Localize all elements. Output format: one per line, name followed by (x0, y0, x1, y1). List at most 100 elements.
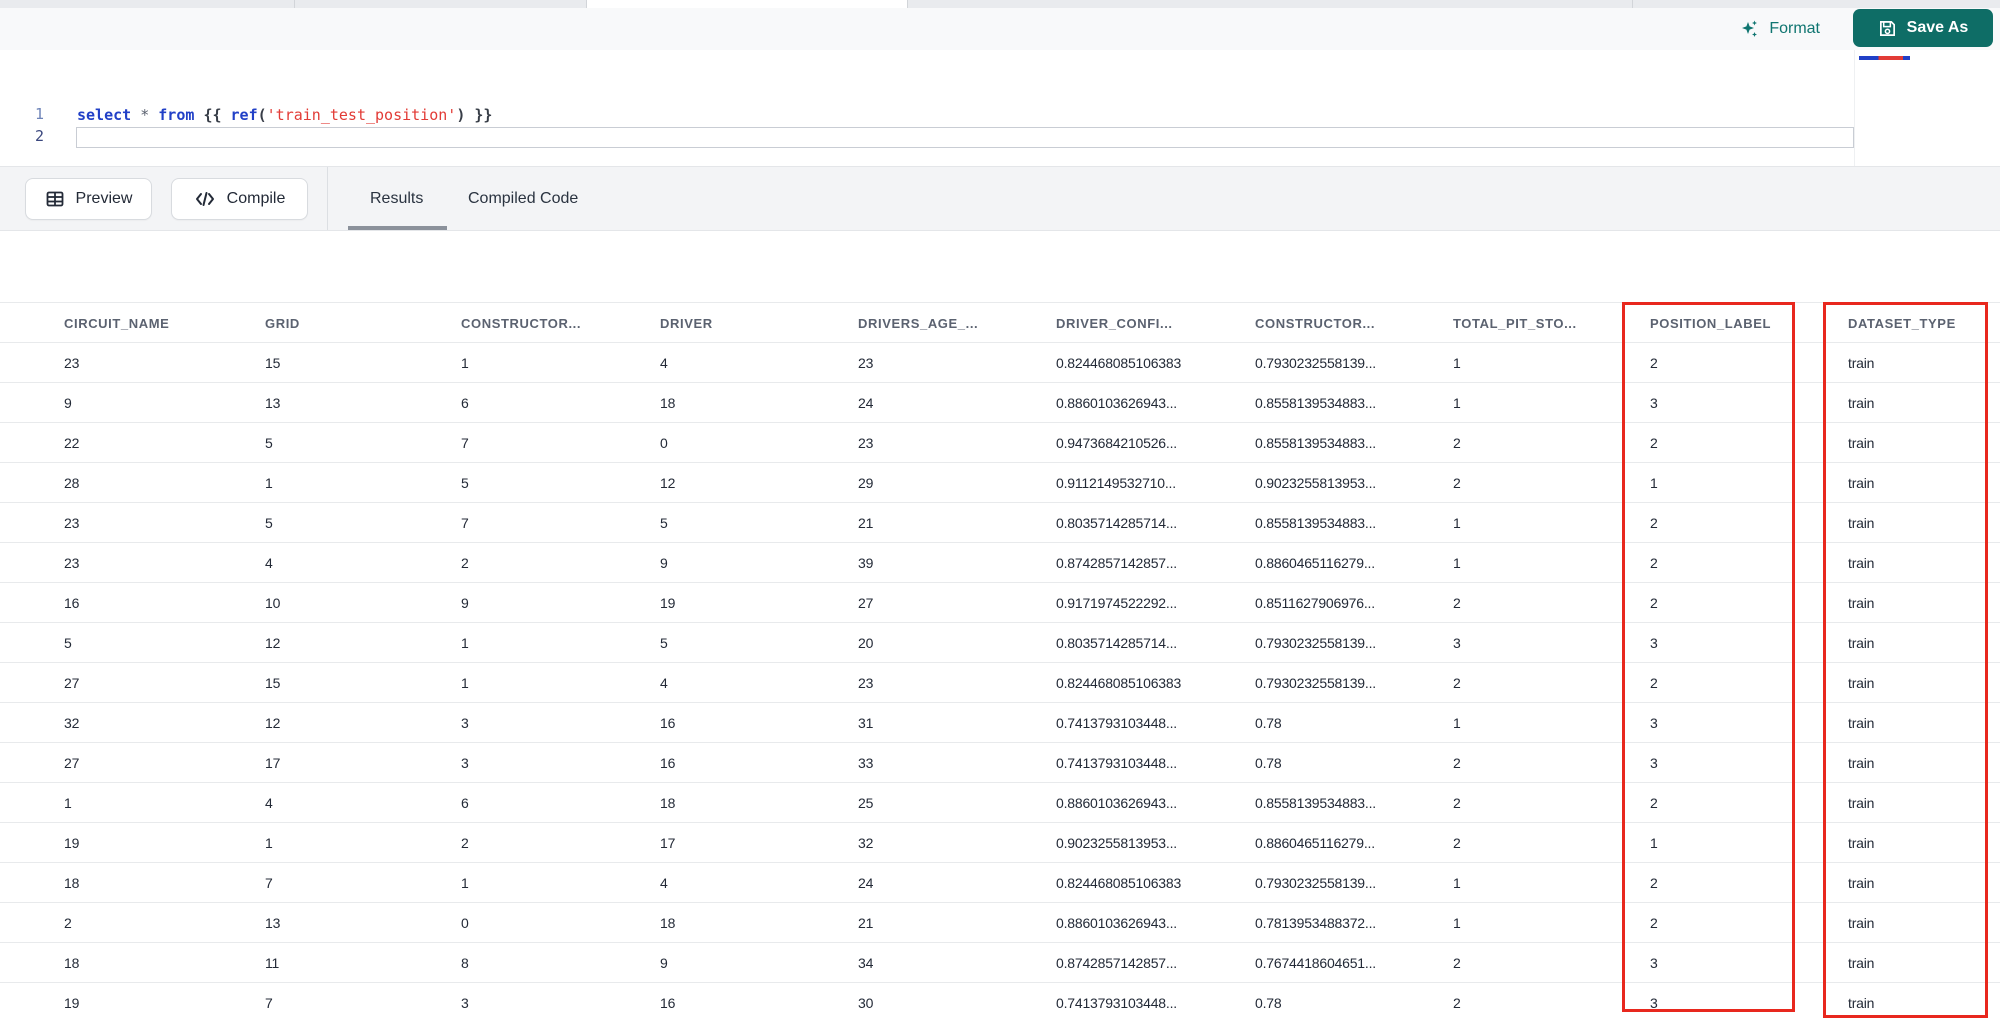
table-row: 18 7 1 4 24 0.824468085106383 0.7930232558139.… (0, 863, 2000, 903)
table-cell: 0.8035714285714... (1056, 635, 1177, 651)
table-cell: 1 (1453, 715, 1461, 731)
table-cell: 2 (1650, 555, 1658, 571)
table-cell: 0.8742857142857... (1056, 955, 1177, 971)
table-cell: train (1848, 715, 1875, 731)
table-cell: train (1848, 875, 1875, 891)
compile-button[interactable]: Compile (171, 178, 308, 220)
table-cell: 16 (660, 715, 676, 731)
table-cell: 3 (1650, 995, 1658, 1011)
table-cell: 1 (1453, 555, 1461, 571)
column-header: DATASET_TYPE (1848, 316, 1956, 331)
format-label: Format (1769, 20, 1820, 37)
table-cell: 11 (265, 955, 280, 971)
table-cell: 20 (858, 635, 874, 651)
code-line-1-content[interactable]: select * from {{ ref('train_test_positio… (77, 104, 492, 126)
top-tab-segment-active[interactable] (587, 0, 908, 8)
table-cell: 7 (461, 515, 469, 531)
code-icon (194, 190, 216, 208)
table-cell: 0.9023255813953... (1255, 475, 1376, 491)
table-cell: 8 (461, 955, 469, 971)
table-cell: 23 (858, 435, 874, 451)
table-cell: 0.7413793103448... (1056, 995, 1177, 1011)
table-cell: 23 (858, 355, 874, 371)
table-cell: train (1848, 995, 1875, 1011)
table-cell: 21 (858, 915, 874, 931)
table-cell: 0.9473684210526... (1056, 435, 1177, 451)
table-cell: 9 (660, 955, 668, 971)
table-cell: 2 (1453, 435, 1461, 451)
table-cell: 5 (660, 635, 668, 651)
table-cell: 21 (858, 515, 874, 531)
table-cell: 18 (660, 395, 676, 411)
table-cell: 3 (1453, 635, 1461, 651)
table-row: 27 15 1 4 23 0.824468085106383 0.7930232558139… (0, 663, 2000, 703)
table-cell: 0.8742857142857... (1056, 555, 1177, 571)
table-row: 19 1 2 17 32 0.9023255813953... 0.886046511627… (0, 823, 2000, 863)
editor-minimap[interactable] (1854, 50, 2000, 166)
action-bar: Preview Compile Results Compiled Code (0, 166, 2000, 231)
table-cell: 23 (858, 675, 874, 691)
table-cell: 1 (461, 675, 469, 691)
table-cell: train (1848, 795, 1875, 811)
table-cell: 1 (461, 355, 469, 371)
table-cell: 2 (1453, 795, 1461, 811)
table-cell: 0.8860103626943... (1056, 795, 1177, 811)
table-cell: 27 (64, 675, 80, 691)
table-cell: 19 (660, 595, 676, 611)
table-cell: 17 (660, 835, 676, 851)
table-cell: 0.7413793103448... (1056, 755, 1177, 771)
preview-button[interactable]: Preview (25, 178, 152, 220)
column-header: CONSTRUCTOR... (461, 316, 582, 331)
table-cell: 5 (64, 635, 72, 651)
table-header-row: CIRCUIT_NAME GRID CONSTRUCTOR... DRIVER DRIV… (0, 302, 2000, 343)
table-cell: 19 (64, 995, 80, 1011)
table-cell: 27 (64, 755, 80, 771)
table-cell: 12 (265, 635, 281, 651)
compile-label: Compile (226, 190, 286, 207)
table-cell: 7 (265, 875, 273, 891)
table-cell: 5 (265, 515, 273, 531)
table-cell: 13 (265, 395, 281, 411)
table-cell: 2 (1650, 355, 1658, 371)
top-tab-segment[interactable] (0, 0, 295, 8)
tab-results[interactable]: Results (370, 167, 423, 230)
top-tab-segment[interactable] (295, 0, 587, 8)
table-cell: 30 (858, 995, 874, 1011)
table-cell: 0.7930232558139... (1255, 355, 1376, 371)
table-cell: 7 (265, 995, 273, 1011)
table-cell: 16 (64, 595, 80, 611)
table-row: 5 12 1 5 20 0.8035714285714... 0.7930232558139… (0, 623, 2000, 663)
table-cell: 13 (265, 915, 281, 931)
table-cell: 4 (265, 795, 273, 811)
table-cell: 33 (858, 755, 874, 771)
code-token: }} (465, 106, 493, 124)
table-row: 18 11 8 9 34 0.8742857142857... 0.767441860465… (0, 943, 2000, 983)
top-tab-segment[interactable] (908, 0, 1633, 8)
table-cell: train (1848, 675, 1875, 691)
table-cell: 18 (64, 955, 80, 971)
table-cell: 4 (660, 875, 668, 891)
table-row: 1 4 6 18 25 0.8860103626943... 0.8558139534883… (0, 783, 2000, 823)
table-cell: 0.78 (1255, 715, 1282, 731)
table-row: 23 4 2 9 39 0.8742857142857... 0.8860465116279… (0, 543, 2000, 583)
code-token: {{ (203, 106, 231, 124)
current-line-highlight[interactable] (76, 127, 1854, 148)
editor-toolbar: Format Save As (0, 8, 2000, 50)
column-header: DRIVER_CONFI... (1056, 316, 1173, 331)
tab-compiled-code[interactable]: Compiled Code (468, 167, 578, 230)
table-cell: 4 (660, 675, 668, 691)
table-cell: 3 (1650, 715, 1658, 731)
format-button[interactable]: Format (1740, 14, 1820, 44)
code-token: ( (257, 106, 267, 124)
table-cell: train (1848, 515, 1875, 531)
save-as-button[interactable]: Save As (1853, 9, 1993, 47)
code-editor[interactable]: 1 2 select * from {{ ref('train_test_pos… (0, 50, 2000, 166)
table-cell: 3 (1650, 635, 1658, 651)
table-cell: 1 (265, 475, 273, 491)
table-cell: train (1848, 635, 1875, 651)
table-cell: 5 (265, 435, 273, 451)
table-cell: 0.78 (1255, 755, 1282, 771)
table-cell: 1 (1650, 835, 1658, 851)
table-cell: 25 (858, 795, 874, 811)
table-cell: 19 (64, 835, 80, 851)
